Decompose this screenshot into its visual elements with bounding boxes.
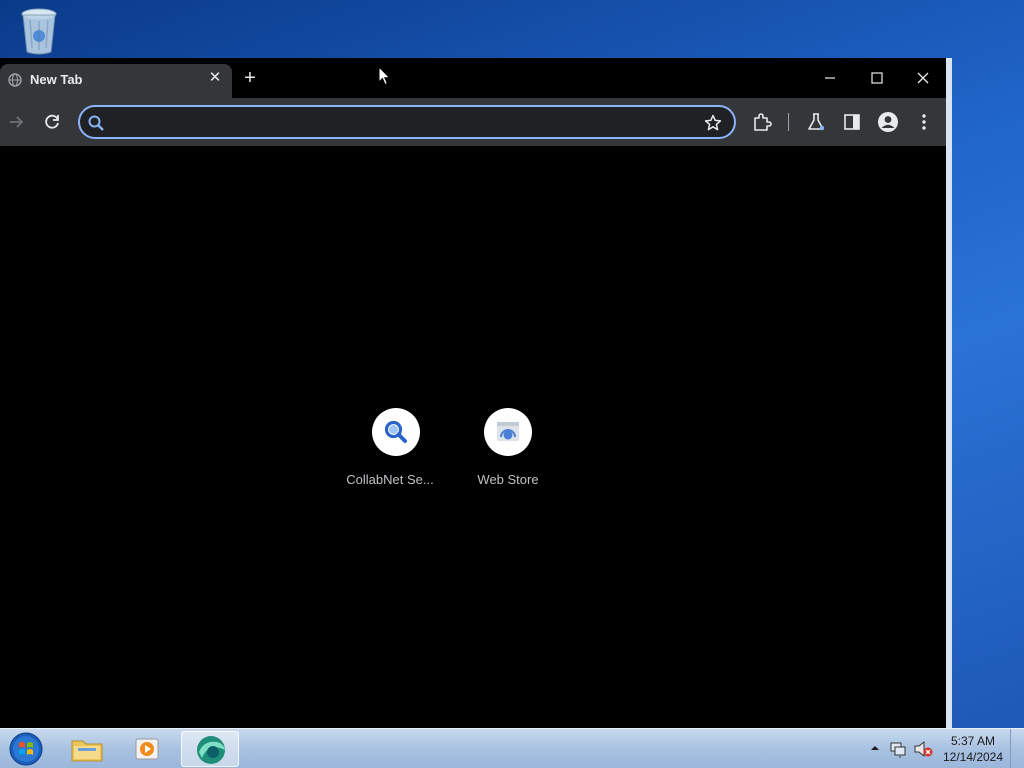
profile-avatar-icon[interactable] bbox=[876, 110, 900, 134]
tab-close-icon[interactable]: ✕ bbox=[205, 68, 225, 88]
volume-muted-icon[interactable] bbox=[912, 739, 934, 759]
labs-flask-icon[interactable] bbox=[804, 110, 828, 134]
search-icon bbox=[86, 113, 106, 133]
side-panel-icon[interactable] bbox=[840, 110, 864, 134]
reload-icon[interactable] bbox=[40, 110, 64, 134]
shortcut-icon-container bbox=[484, 408, 532, 456]
mouse-cursor-icon bbox=[378, 65, 392, 86]
forward-arrow-icon[interactable] bbox=[4, 110, 28, 134]
extensions-puzzle-icon[interactable] bbox=[750, 110, 774, 134]
new-tab-button[interactable]: + bbox=[240, 68, 260, 88]
show-desktop-button[interactable] bbox=[1010, 729, 1024, 768]
new-tab-page: CollabNet Se... Web Store bbox=[0, 146, 946, 728]
minimize-button[interactable] bbox=[810, 64, 850, 92]
recycle-bin-icon[interactable] bbox=[18, 6, 60, 56]
browser-window: New Tab ✕ + CollabNet Se... Web Store bbox=[0, 58, 952, 728]
file-explorer-folder-icon[interactable] bbox=[58, 731, 116, 767]
tab-strip: New Tab ✕ + bbox=[0, 58, 946, 98]
shortcut-label: CollabNet Se... bbox=[346, 472, 434, 487]
close-window-button[interactable] bbox=[902, 64, 942, 92]
address-input[interactable] bbox=[112, 111, 696, 135]
shortcut-label: Web Store bbox=[477, 472, 539, 487]
start-orb-icon[interactable] bbox=[6, 730, 46, 768]
clock-date: 12/14/2024 bbox=[942, 750, 1004, 764]
globe-icon bbox=[8, 73, 22, 87]
desktop: New Tab ✕ + CollabNet Se... Web Store 5:… bbox=[0, 0, 1024, 768]
taskbar: 5:37 AM 12/14/2024 bbox=[0, 728, 1024, 768]
browser-toolbar bbox=[0, 98, 946, 146]
system-clock[interactable]: 5:37 AM 12/14/2024 bbox=[940, 733, 1006, 765]
bookmark-star-icon[interactable] bbox=[702, 112, 724, 134]
shortcut-tile[interactable]: CollabNet Se... bbox=[340, 408, 452, 498]
clock-time: 5:37 AM bbox=[950, 734, 996, 748]
search-icon bbox=[384, 420, 407, 443]
kebab-menu-icon[interactable] bbox=[912, 110, 936, 134]
web-store-icon bbox=[497, 422, 519, 441]
omnibox[interactable] bbox=[78, 105, 736, 139]
tab-new-tab[interactable]: New Tab ✕ bbox=[0, 64, 232, 98]
maximize-button[interactable] bbox=[856, 64, 896, 92]
browser-app-icon[interactable] bbox=[181, 731, 239, 767]
toolbar-divider bbox=[788, 113, 789, 131]
show-hidden-icons-icon[interactable] bbox=[868, 741, 882, 755]
network-icon[interactable] bbox=[888, 739, 908, 759]
media-player-icon[interactable] bbox=[120, 731, 178, 767]
tab-title: New Tab bbox=[30, 72, 83, 87]
shortcut-tile[interactable]: Web Store bbox=[452, 408, 564, 498]
shortcut-icon-container bbox=[372, 408, 420, 456]
